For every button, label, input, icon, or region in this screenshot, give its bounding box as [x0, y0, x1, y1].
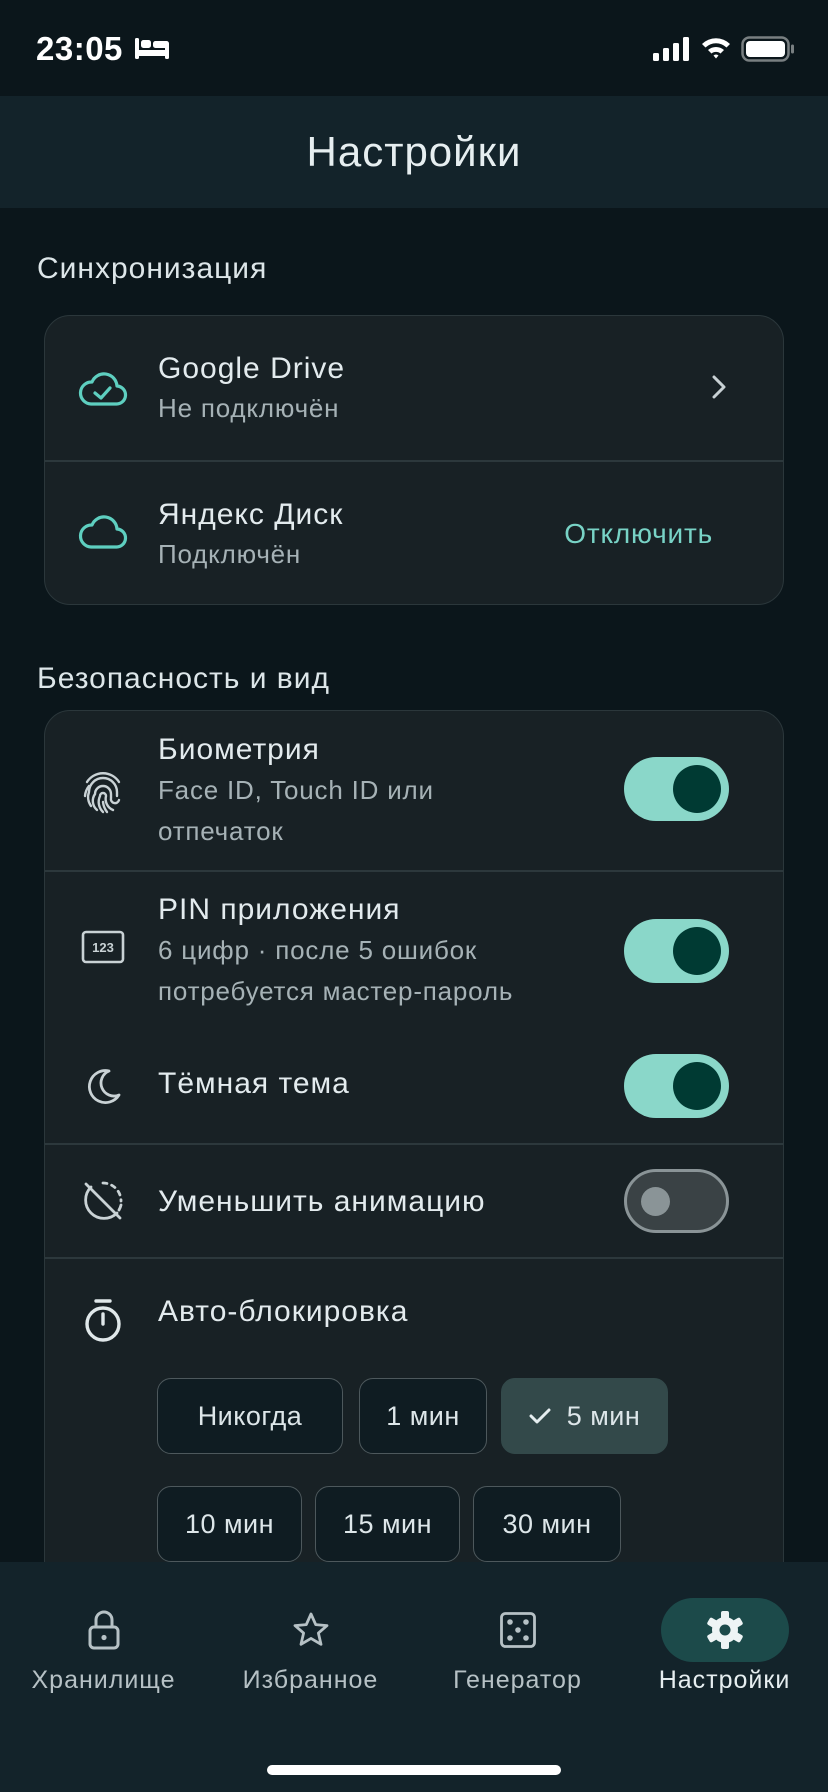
nav-item-favorites[interactable]: Избранное — [207, 1562, 414, 1722]
reduce-motion-row: Уменьшить анимацию — [45, 1144, 783, 1258]
pin-title: PIN приложения — [158, 893, 401, 926]
stopwatch-icon — [77, 1295, 129, 1347]
status-time: 23:05 — [36, 30, 123, 67]
autolock-option-never[interactable]: Никогда — [157, 1378, 343, 1454]
pin-toggle[interactable] — [624, 919, 729, 983]
autolock-option-15min[interactable]: 15 мин — [315, 1486, 460, 1562]
dark-theme-row: Тёмная тема — [45, 1031, 783, 1155]
google-drive-title: Google Drive — [158, 352, 346, 385]
biometry-title: Биометрия — [158, 733, 320, 766]
nav-label: Избранное — [242, 1666, 379, 1694]
cloud-icon — [77, 507, 129, 559]
battery-icon — [741, 36, 794, 62]
autolock-option-30min[interactable]: 30 мин — [473, 1486, 621, 1562]
nav-label: Хранилище — [31, 1666, 176, 1694]
biometry-subtitle-line2: отпечаток — [158, 816, 284, 846]
reduce-motion-title: Уменьшить анимацию — [158, 1185, 486, 1218]
google-drive-status: Не подключён — [158, 393, 340, 423]
autolock-option-1min[interactable]: 1 мин — [359, 1378, 487, 1454]
yandex-disk-title: Яндекс Диск — [158, 498, 344, 531]
svg-text:123: 123 — [92, 940, 114, 955]
sync-card: Google Drive Не подключён Яндекс Диск По… — [44, 315, 784, 605]
nav-item-settings[interactable]: Настройки — [621, 1562, 828, 1722]
biometry-subtitle-line1: Face ID, Touch ID или — [158, 775, 434, 805]
autolock-title: Авто-блокировка — [158, 1295, 409, 1328]
security-card: Биометрия Face ID, Touch ID или отпечато… — [44, 710, 784, 1610]
autolock-option-10min[interactable]: 10 мин — [157, 1486, 302, 1562]
pin-subtitle-line1: 6 цифр · после 5 ошибок — [158, 935, 478, 965]
bottom-navigation: Хранилище Избранное Генератор Настройки — [0, 1562, 828, 1792]
chip-label: 1 мин — [386, 1400, 460, 1431]
bed-icon — [135, 38, 169, 59]
chip-label: 30 мин — [502, 1508, 592, 1539]
check-icon — [529, 1407, 551, 1425]
chevron-right-icon — [712, 375, 726, 399]
google-drive-row[interactable]: Google Drive Не подключён — [45, 316, 783, 461]
chip-label: 5 мин — [566, 1400, 641, 1431]
autolock-row: Авто-блокировка Никогда 1 мин 5 мин 10 м… — [45, 1258, 783, 1609]
yandex-disk-status: Подключён — [158, 539, 302, 569]
nav-item-vault[interactable]: Хранилище — [0, 1562, 207, 1722]
security-section-title: Безопасность и вид — [37, 662, 330, 695]
nav-label: Настройки — [658, 1666, 791, 1694]
status-bar: 23:05 — [0, 0, 828, 96]
biometry-toggle[interactable] — [624, 757, 729, 821]
nav-item-generator[interactable]: Генератор — [414, 1562, 621, 1722]
lock-icon — [40, 1598, 168, 1662]
disconnect-button[interactable]: Отключить — [564, 518, 713, 550]
sync-section-title: Синхронизация — [37, 252, 268, 285]
chip-label: 10 мин — [184, 1508, 275, 1539]
pin-subtitle-line2: потребуется мастер-пароль — [158, 976, 514, 1006]
wifi-icon — [702, 38, 730, 59]
nav-label: Генератор — [453, 1666, 582, 1694]
chip-label: Никогда — [197, 1400, 303, 1431]
autolock-option-5min[interactable]: 5 мин — [501, 1378, 668, 1454]
dark-theme-title: Тёмная тема — [158, 1067, 350, 1100]
fingerprint-icon — [77, 765, 129, 817]
biometry-row: Биометрия Face ID, Touch ID или отпечато… — [45, 711, 783, 871]
motion-off-icon — [77, 1175, 129, 1227]
star-icon — [247, 1598, 375, 1662]
home-indicator — [267, 1765, 561, 1775]
cellular-signal-icon — [653, 37, 689, 61]
dice-icon — [454, 1598, 582, 1662]
app-header: Настройки — [0, 96, 828, 208]
pin-123-icon: 123 — [77, 921, 129, 973]
settings-screen: 23:05 Настройки Синхронизация Google Dri… — [0, 0, 828, 1792]
chip-label: 15 мин — [342, 1508, 433, 1539]
moon-icon — [77, 1061, 129, 1113]
reduce-motion-toggle[interactable] — [624, 1169, 729, 1233]
cloud-check-icon — [77, 364, 129, 416]
dark-theme-toggle[interactable] — [624, 1054, 729, 1118]
gear-icon — [660, 1598, 789, 1662]
yandex-disk-row: Яндекс Диск Подключён Отключить — [45, 461, 783, 604]
pin-row: 123 PIN приложения 6 цифр · после 5 ошиб… — [45, 871, 783, 1031]
page-title: Настройки — [306, 128, 522, 175]
